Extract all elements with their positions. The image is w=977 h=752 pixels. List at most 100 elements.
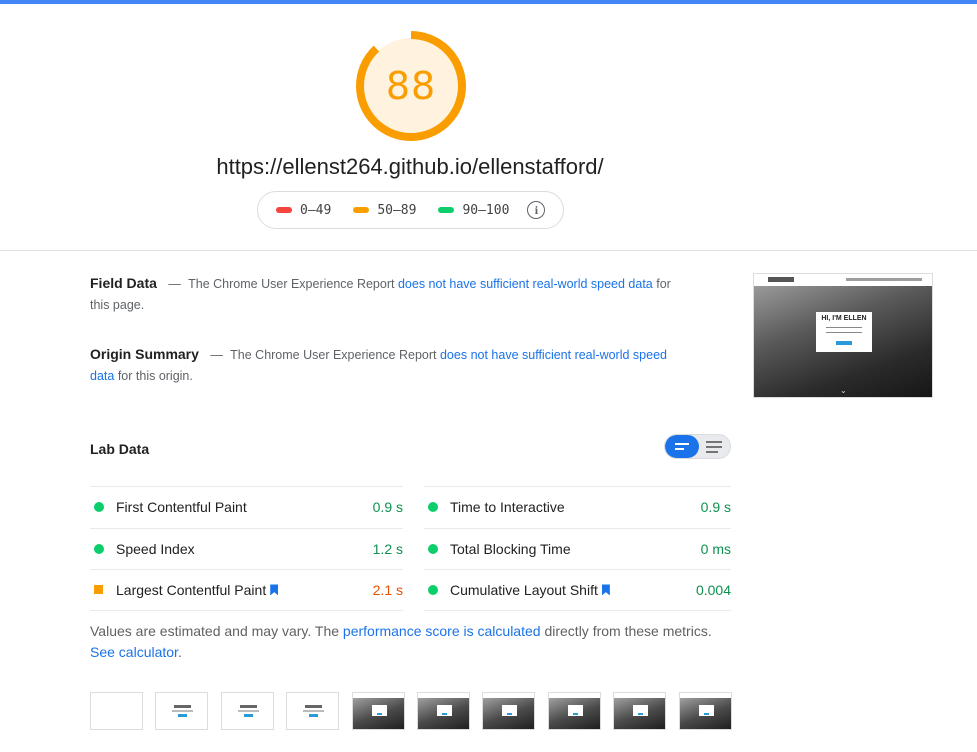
origin-summary-text: The Chrome User Experience Report [230, 348, 437, 362]
metric-row-cumulative-layout-shift: Cumulative Layout Shift 0.004 [424, 569, 731, 611]
metric-view-toggle[interactable] [664, 434, 731, 459]
see-calculator-link[interactable]: See calculator [90, 644, 178, 660]
final-screenshot-thumbnail[interactable]: HI, I'M ELLEN ⌄ [753, 273, 933, 398]
field-data-section: Field Data — The Chrome User Experience … [90, 273, 680, 316]
metric-row-first-contentful-paint: First Contentful Paint 0.9 s [90, 486, 403, 528]
screenshot-hero-text [826, 327, 862, 333]
origin-summary-dash: — [210, 348, 223, 362]
pass-indicator-icon [94, 543, 104, 554]
screenshot-logo [768, 277, 794, 282]
metric-value: 0.9 s [372, 499, 403, 516]
metric-row-total-blocking-time: Total Blocking Time 0 ms [424, 527, 731, 570]
filmstrip-frame [286, 692, 339, 730]
metric-label: First Contentful Paint [116, 499, 247, 516]
filmstrip-frame [548, 692, 601, 730]
frame-card-btn [377, 713, 382, 715]
metric-label: Largest Contentful Paint [116, 581, 267, 598]
legend-pass-label: 90–100 [462, 202, 510, 218]
filmstrip-frame [352, 692, 405, 730]
metric-label: Total Blocking Time [450, 540, 571, 557]
frame-title [240, 705, 257, 708]
frame-card-btn [507, 713, 512, 715]
frame-title [174, 705, 191, 708]
metric-label-wrap: Cumulative Layout Shift [450, 582, 696, 598]
metrics-right-column: Time to Interactive 0.9 s Total Blocking… [424, 486, 731, 611]
filmstrip-frame [613, 692, 666, 730]
screenshot-hero-title: HI, I'M ELLEN [821, 315, 867, 322]
compact-view-icon [675, 443, 689, 450]
metric-row-time-to-interactive: Time to Interactive 0.9 s [424, 486, 731, 528]
expanded-view-icon[interactable] [706, 441, 722, 453]
filmstrip-frame [155, 692, 208, 730]
lab-data-title: Lab Data [90, 441, 150, 457]
frame-card-btn [704, 713, 709, 715]
bookmark-icon [601, 584, 610, 596]
metric-row-speed-index: Speed Index 1.2 s [90, 527, 403, 570]
frame-line [172, 710, 193, 712]
legend-fail: 0–49 [276, 203, 331, 218]
origin-summary-title: Origin Summary [90, 346, 199, 362]
legend-fail-label: 0–49 [300, 202, 332, 218]
filmstrip-frame [417, 692, 470, 730]
page-url: https://ellenst264.github.io/ellenstaffo… [216, 154, 604, 179]
frame-card-btn [442, 713, 447, 715]
legend-average-label: 50–89 [377, 202, 417, 218]
origin-summary-text-after: for this origin. [117, 369, 193, 383]
legend-pass: 90–100 [438, 203, 509, 218]
header-divider [0, 250, 977, 251]
note-text-3: . [177, 644, 182, 660]
performance-score: 88 [385, 64, 437, 108]
frame-line [303, 710, 324, 712]
info-icon[interactable]: i [527, 201, 546, 219]
screenshot-nav-links [846, 278, 922, 281]
field-data-title: Field Data [90, 275, 157, 291]
performance-score-link[interactable]: performance score is calculated [343, 623, 541, 639]
metric-value: 0.9 s [700, 499, 731, 516]
metric-value: 0.004 [695, 581, 731, 598]
origin-summary-section: Origin Summary — The Chrome User Experie… [90, 344, 680, 387]
toggle-compact-view[interactable] [665, 435, 699, 458]
filmstrip [90, 692, 735, 732]
frame-title [305, 705, 322, 708]
frame-line [238, 710, 259, 712]
performance-gauge: 88 [355, 30, 467, 142]
screenshot-nav [754, 274, 932, 286]
metric-value: 2.1 s [372, 581, 403, 598]
frame-card-btn [638, 713, 643, 715]
pass-indicator-icon [94, 502, 104, 513]
screenshot-hero-button [836, 341, 852, 345]
frame-btn [309, 714, 318, 717]
legend-fail-swatch [276, 207, 292, 213]
frame-btn [178, 714, 187, 717]
field-data-text: The Chrome User Experience Report [188, 277, 395, 291]
metric-value: 0 ms [700, 540, 731, 557]
legend-average-swatch [353, 207, 370, 213]
frame-btn [244, 714, 253, 717]
metric-row-largest-contentful-paint: Largest Contentful Paint 2.1 s [90, 569, 403, 611]
filmstrip-frame [679, 692, 732, 730]
field-data-dash: — [168, 277, 181, 291]
note-text-2: directly from these metrics. [544, 623, 712, 639]
metric-label-wrap: Largest Contentful Paint [116, 582, 373, 598]
chevron-down-icon: ⌄ [840, 386, 847, 395]
metrics-left-column: First Contentful Paint 0.9 s Speed Index… [90, 486, 403, 611]
pass-indicator-icon [428, 543, 438, 554]
metric-label: Time to Interactive [450, 499, 565, 516]
note-text-1: Values are estimated and may vary. The [90, 623, 340, 639]
pass-indicator-icon [428, 584, 438, 595]
legend-average: 50–89 [353, 203, 416, 218]
metric-label: Speed Index [116, 540, 195, 557]
field-data-link[interactable]: does not have sufficient real-world spee… [398, 277, 653, 291]
score-legend: 0–49 50–89 90–100 i [257, 191, 564, 229]
filmstrip-frame [482, 692, 535, 730]
metric-label: Cumulative Layout Shift [450, 581, 598, 598]
pass-indicator-icon [428, 502, 438, 513]
screenshot-hero-card: HI, I'M ELLEN [816, 312, 872, 352]
frame-card-btn [573, 713, 578, 715]
filmstrip-frame [221, 692, 274, 730]
metric-value: 1.2 s [372, 540, 403, 557]
bookmark-icon [270, 584, 279, 596]
top-accent-bar [0, 0, 977, 4]
filmstrip-frame [90, 692, 143, 730]
legend-pass-swatch [438, 207, 455, 213]
